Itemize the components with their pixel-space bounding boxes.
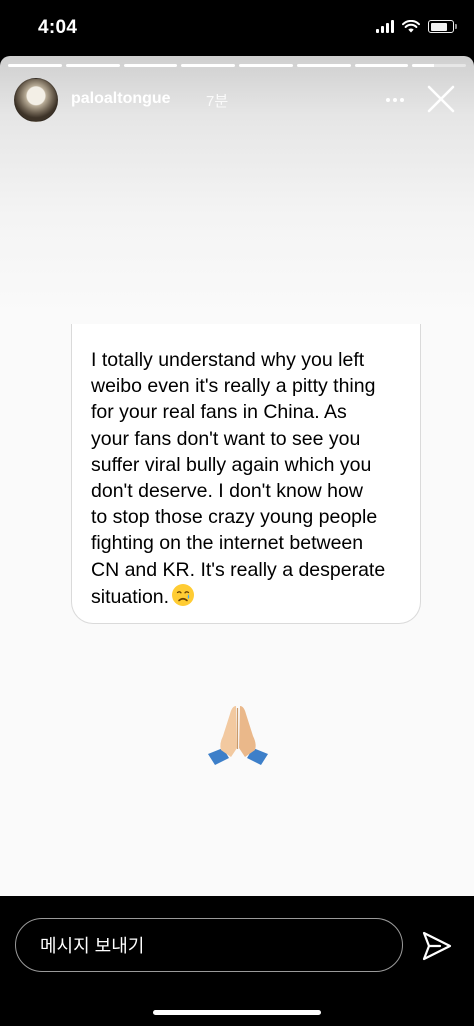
message-input-placeholder: 메시지 보내기: [40, 936, 145, 956]
send-icon[interactable]: [420, 929, 454, 963]
folded-hands-icon: [208, 706, 268, 765]
story-progress-segment: [181, 64, 235, 67]
story-progress-fill: [239, 64, 293, 67]
wifi-icon: [402, 20, 420, 33]
crying-face-icon: [172, 583, 195, 606]
story-progress-fill: [65, 64, 120, 67]
story-progress-fill: [123, 64, 178, 67]
story-message: I totally understand why you left weibo …: [91, 347, 411, 610]
question-reply-bubble: I totally understand why you left weibo …: [71, 324, 421, 624]
message-input[interactable]: 메시지 보내기: [15, 918, 403, 972]
story-progress-fill: [412, 64, 434, 67]
cellular-signal-icon: [376, 20, 394, 33]
more-options-icon[interactable]: [380, 89, 410, 111]
home-indicator: [153, 1010, 321, 1015]
story-progress-segment: [123, 64, 178, 67]
story-header: paloaltongue 7분: [14, 78, 460, 122]
story-progress-segment: [412, 64, 466, 67]
story-progress-segment: [8, 64, 62, 67]
story-progress-bars: [8, 64, 466, 67]
story-progress-fill: [181, 64, 235, 67]
status-icons: [376, 20, 457, 33]
story-viewer[interactable]: paloaltongue 7분 I totally understand why…: [0, 56, 474, 896]
reply-bar: 메시지 보내기: [0, 896, 474, 1026]
story-time-ago: 7분: [206, 93, 229, 110]
battery-icon: [428, 20, 457, 33]
story-progress-segment: [65, 64, 120, 67]
battery-level: [430, 22, 447, 31]
close-icon[interactable]: [422, 80, 460, 118]
story-progress-fill: [354, 64, 409, 67]
story-progress-fill: [296, 64, 351, 67]
username[interactable]: paloaltongue: [71, 90, 171, 108]
avatar[interactable]: [14, 78, 58, 122]
status-time: 4:04: [38, 17, 78, 38]
story-progress-segment: [296, 64, 351, 67]
story-progress-segment: [239, 64, 293, 67]
status-bar: 4:04: [0, 0, 474, 56]
story-progress-segment: [354, 64, 409, 67]
story-message-text: I totally understand why you left weibo …: [91, 349, 386, 608]
story-progress-fill: [8, 64, 62, 67]
